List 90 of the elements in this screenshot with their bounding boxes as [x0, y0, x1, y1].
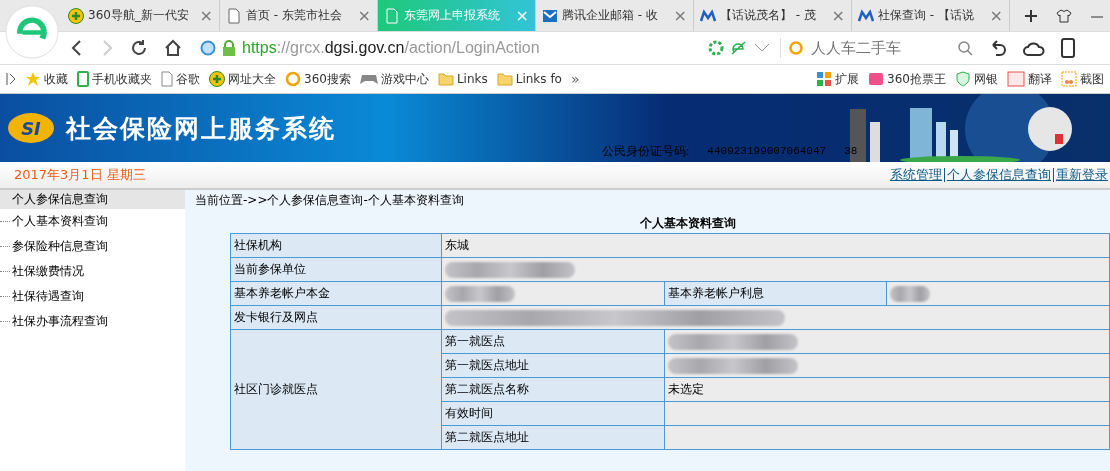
toolbar-button[interactable]: 扩展 [816, 70, 860, 88]
plus-icon [209, 71, 225, 87]
close-icon[interactable]: × [357, 6, 371, 25]
bookmark[interactable]: 游戏中心 [359, 70, 429, 88]
table-cell: 社保机构 [230, 233, 442, 258]
cloud-icon[interactable] [1023, 40, 1045, 56]
folder-icon [496, 72, 513, 86]
table-cell: 东城 [441, 233, 1110, 258]
bookmark[interactable]: 谷歌 [161, 70, 200, 88]
table-cell: 发卡银行及网点 [230, 305, 442, 330]
sidebar-header: 个人参保信息查询 [0, 190, 185, 209]
sidebar-item[interactable]: 社保办事流程查询 [0, 309, 185, 334]
gamepad-icon [359, 72, 378, 86]
search-icon[interactable] [957, 40, 973, 56]
table-title: 个人基本资料查询 [638, 215, 737, 232]
bookmark[interactable]: 360搜索 [285, 70, 351, 88]
back-icon[interactable] [70, 40, 84, 56]
page-icon [384, 7, 400, 24]
new-tab-icon[interactable] [1024, 8, 1038, 23]
m-logo-icon [700, 7, 716, 24]
undo-icon[interactable] [989, 39, 1007, 57]
table-cell: 基本养老帐户本金 [230, 281, 442, 306]
ticket-icon [868, 71, 885, 87]
more-bookmarks-button[interactable]: » [570, 71, 580, 87]
scissors-icon [1061, 71, 1077, 87]
browser-tab[interactable]: 【话说茂名】 - 茂 × [694, 0, 852, 31]
redacted-value [445, 285, 515, 302]
toolbar-button[interactable]: 网银 [955, 70, 998, 88]
bookmark[interactable]: 手机收藏夹 [77, 70, 152, 88]
sidebar-item[interactable]: 社保缴费情况 [0, 259, 185, 284]
close-icon[interactable]: × [831, 6, 845, 25]
address-field[interactable]: https://grcx.dgsi.gov.cn/action/LoginAction [200, 33, 770, 63]
table-cell: 基本养老帐户利息 [664, 281, 887, 306]
plus-icon [68, 7, 84, 24]
sidebar-toggle-icon[interactable] [6, 72, 16, 86]
table-cell: 第一就医点地址 [441, 353, 665, 378]
redacted-value [890, 285, 931, 302]
id-number: 440923199007064047 [707, 144, 827, 159]
table-cell: 未选定 [664, 377, 1110, 402]
site-logo: SI [8, 113, 54, 143]
nav-link[interactable]: 系统管理 [890, 166, 942, 184]
sidebar-item[interactable]: 个人基本资料查询 [0, 209, 185, 234]
table-cell: 第一就医点 [441, 329, 665, 354]
ring-logo-icon [789, 40, 805, 56]
reload-icon[interactable] [130, 39, 148, 57]
table-cell: 第二就医点名称 [441, 377, 665, 402]
aperture-icon[interactable] [708, 40, 724, 56]
phone-icon[interactable] [1061, 38, 1075, 58]
toolbar-button[interactable]: 360抢票王 [868, 70, 946, 88]
browser-tab[interactable]: 腾讯企业邮箱 - 收 × [536, 0, 694, 31]
shield-icon [955, 71, 971, 87]
shirt-icon[interactable] [1056, 8, 1072, 23]
toolbar-button[interactable]: 截图 [1061, 70, 1104, 88]
bookmark[interactable]: Links fo [496, 72, 562, 86]
table-cell: 社区门诊就医点 [230, 329, 442, 450]
sidebar-item[interactable]: 社保待遇查询 [0, 284, 185, 309]
nav-link[interactable]: 重新登录 [1056, 166, 1108, 184]
breadcrumb: 当前位置->>个人参保信息查询-个人基本资料查询 [195, 192, 465, 209]
close-icon[interactable]: × [199, 6, 213, 25]
bookmark[interactable]: 网址大全 [209, 70, 276, 88]
browser-tab[interactable]: 社保查询 - 【话说 × [852, 0, 1010, 31]
star-icon [25, 71, 41, 87]
m-logo-icon [858, 7, 874, 24]
grid-icon [816, 71, 833, 87]
date-text: 2017年3月1日 星期三 [14, 166, 146, 184]
table-cell: 第二就医点地址 [441, 425, 665, 450]
close-icon[interactable]: × [673, 6, 687, 25]
id-label: 公民身份证号码: [602, 143, 690, 160]
page-icon [161, 71, 173, 87]
table-cell: 当前参保单位 [230, 257, 442, 282]
home-icon[interactable] [164, 39, 182, 57]
close-icon[interactable]: × [989, 6, 1003, 25]
sidebar-item[interactable]: 参保险种信息查询 [0, 234, 185, 259]
folder-icon [437, 72, 454, 86]
globe-icon [200, 40, 216, 56]
toolbar-button[interactable]: 翻译 [1007, 70, 1052, 88]
ring-icon [285, 71, 301, 87]
browser-tab[interactable]: 360导航_新一代安 × [62, 0, 220, 31]
translate-icon [1007, 71, 1025, 87]
mail-icon [542, 7, 558, 24]
table-cell: 有效时间 [441, 401, 665, 426]
e-logo-icon[interactable] [730, 40, 748, 56]
page-icon [226, 7, 242, 24]
chevron-down-icon[interactable] [754, 43, 770, 53]
bookmark[interactable]: 收藏 [25, 70, 68, 88]
bookmark[interactable]: Links [437, 72, 488, 86]
phone-icon [77, 71, 89, 87]
lock-icon [222, 40, 236, 56]
site-title: 社会保险网上服务系统 [66, 112, 336, 145]
nav-link[interactable]: 个人参保信息查询 [947, 166, 1051, 184]
